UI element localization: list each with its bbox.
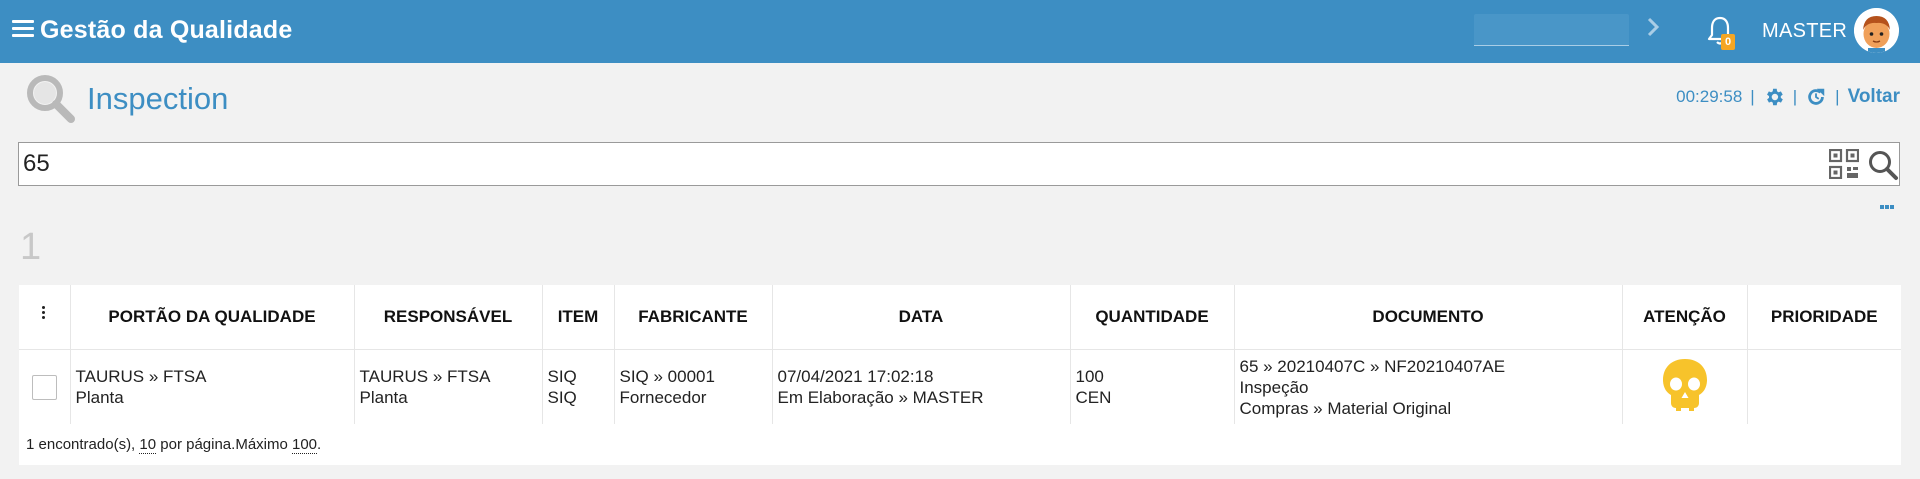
cell-responsavel: TAURUS » FTSA Planta <box>354 349 543 426</box>
pagination-footer: 1 encontrado(s), 10 por página.Máximo 10… <box>19 424 1901 465</box>
found-text: 1 encontrado(s), <box>26 436 140 453</box>
cell-line: Em Elaboração » MASTER <box>777 388 984 407</box>
skull-icon <box>1662 358 1707 411</box>
cell-line: Planta <box>359 388 408 407</box>
refresh-icon[interactable] <box>1805 86 1827 108</box>
search-box <box>18 142 1900 186</box>
cell-line: 07/04/2021 17:02:18 <box>777 367 934 386</box>
column-menu[interactable] <box>19 285 71 350</box>
cell-portao: TAURUS » FTSA Planta <box>70 349 355 426</box>
per-page-selector[interactable]: 10 <box>139 436 157 454</box>
search-input[interactable] <box>23 143 1823 185</box>
search-icon[interactable] <box>1867 149 1899 181</box>
kebab-menu-icon[interactable] <box>42 306 46 322</box>
column-header[interactable]: DATA <box>772 285 1071 350</box>
cell-prioridade <box>1747 349 1901 426</box>
cell-line: Inspeção <box>1239 377 1309 397</box>
column-header[interactable]: DOCUMENTO <box>1234 285 1623 350</box>
row-checkbox[interactable] <box>32 374 57 400</box>
result-count: 1 <box>20 226 42 268</box>
cell-line: CEN <box>1075 388 1112 407</box>
column-header[interactable]: ITEM <box>542 285 615 350</box>
magnifier-icon <box>27 75 75 123</box>
top-search-input[interactable] <box>1474 14 1629 46</box>
header-actions: 00:29:58 | | | Voltar <box>1676 86 1900 108</box>
cell-line: SIQ <box>547 367 577 386</box>
column-header[interactable]: RESPONSÁVEL <box>354 285 543 350</box>
table-row[interactable]: TAURUS » FTSA Planta TAURUS » FTSA Plant… <box>19 349 1901 426</box>
cell-line: Fornecedor <box>619 388 707 407</box>
cell-line: SIQ » 00001 <box>619 367 715 386</box>
cell-atencao <box>1622 349 1748 426</box>
more-options-icon[interactable] <box>1880 196 1896 209</box>
qr-code-icon[interactable] <box>1829 149 1859 179</box>
column-header[interactable]: ATENÇÃO <box>1622 285 1748 350</box>
per-page-text: por página.Máximo <box>156 436 292 453</box>
cell-item: SIQ SIQ <box>542 349 615 426</box>
back-link[interactable]: Voltar <box>1848 86 1900 108</box>
column-header[interactable]: QUANTIDADE <box>1070 285 1235 350</box>
user-name[interactable]: MASTER <box>1762 20 1847 43</box>
separator: | <box>1792 87 1798 106</box>
max-selector[interactable]: 100 <box>292 436 318 454</box>
cell-line: 65 » 20210407C » NF20210407AE <box>1239 356 1506 376</box>
cell-line: Planta <box>75 388 124 407</box>
cell-line: SIQ <box>547 388 577 407</box>
app-title: Gestão da Qualidade <box>40 16 293 44</box>
cell-line: Compras » Material Original <box>1239 398 1452 418</box>
menu-icon[interactable] <box>12 20 34 38</box>
notification-badge: 0 <box>1721 34 1735 50</box>
separator: | <box>1835 87 1840 106</box>
gear-icon[interactable] <box>1763 86 1785 108</box>
cell-fabricante: SIQ » 00001 Fornecedor <box>614 349 773 426</box>
chevron-right-icon[interactable] <box>1646 15 1660 39</box>
column-header[interactable]: PRIORIDADE <box>1747 285 1901 350</box>
column-header[interactable]: PORTÃO DA QUALIDADE <box>70 285 355 350</box>
cell-line: TAURUS » FTSA <box>359 367 491 386</box>
avatar[interactable] <box>1854 8 1899 53</box>
row-select-cell <box>19 349 71 426</box>
table-header-row: PORTÃO DA QUALIDADE RESPONSÁVEL ITEM FAB… <box>19 285 1901 350</box>
cell-quantidade: 100 CEN <box>1070 349 1235 426</box>
avatar-icon <box>1854 8 1899 53</box>
column-header[interactable]: FABRICANTE <box>614 285 773 350</box>
cell-line: TAURUS » FTSA <box>75 367 207 386</box>
cell-data: 07/04/2021 17:02:18 Em Elaboração » MAST… <box>772 349 1071 426</box>
cell-documento: 65 » 20210407C » NF20210407AE Inspeção C… <box>1234 349 1623 426</box>
top-bar: Gestão da Qualidade 0 MASTER <box>0 0 1920 63</box>
session-timer: 00:29:58 <box>1676 87 1743 106</box>
separator: | <box>1750 87 1755 106</box>
cell-line: 100 <box>1075 367 1104 386</box>
footer-end: . <box>317 436 322 453</box>
page-title: Inspection <box>87 81 229 116</box>
